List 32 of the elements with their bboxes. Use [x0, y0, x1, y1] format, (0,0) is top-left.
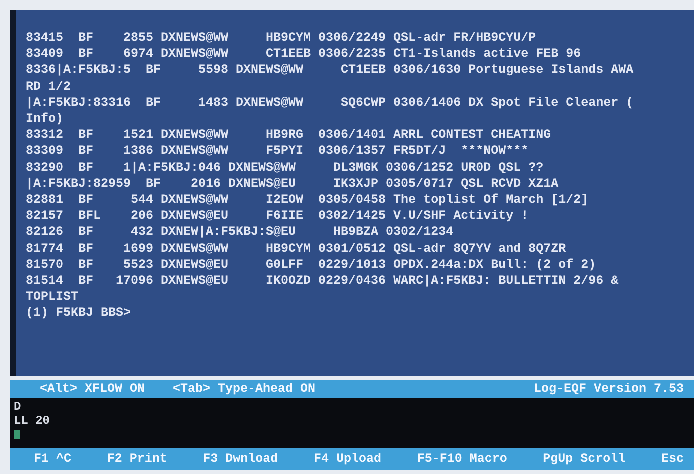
function-key[interactable]: F2 Print — [107, 452, 168, 466]
command-line: LL 20 — [14, 414, 52, 428]
message-line: |A:F5KBJ:83316 BF 1483 DXNEWS@WW SQ6CWP 0306/1406 DX Spot File Cleaner ( — [26, 94, 635, 112]
message-line: 81570 BF 5523 DXNEWS@EU G0LFF 0229/1013 OPDX.244a:DX Bull: (2 of 2) — [26, 256, 598, 274]
message-line: Info) — [26, 111, 65, 128]
message-line: |A:F5KBJ:82959 BF 2016 DXNEWS@EU IK3XJP 0305/0717 QSL RCVD XZ1A — [26, 176, 560, 192]
status-text: <Tab> Type-Ahead ON — [173, 382, 316, 396]
message-line: 82881 BF 544 DXNEWS@WW I2EOW 0305/0458 The toplist Of March [1/2] — [26, 192, 590, 208]
message-line: 83409 BF 6974 DXNEWS@WW CT1EEB 0306/2235 CT1-Islands active FEB 96 — [26, 46, 582, 62]
command-input-area[interactable]: D LL 20 — [10, 398, 694, 448]
message-line: 81514 BF 17096 DXNEWS@EU IK0OZD 0229/0436 WARC|A:F5KBJ: BULLETTIN 2/96 & — [26, 273, 620, 290]
status-text: Log-EQF Version 7.53 — [534, 382, 684, 396]
cursor-icon — [14, 430, 20, 439]
message-line: TOPLIST — [26, 289, 80, 306]
function-key[interactable]: F3 Dwnload — [203, 452, 278, 466]
function-key[interactable]: Esc — [661, 452, 684, 466]
message-line: 82126 BF 432 DXNEW|A:F5KBJ:S@EU HB9BZA 0302/1234 — [26, 224, 455, 241]
command-line: D — [14, 400, 22, 414]
message-line: 83312 BF 1521 DXNEWS@WW HB9RG 0306/1401 ARRL CONTEST CHEATING — [26, 127, 552, 144]
status-text: <Alt> XFLOW ON — [40, 382, 146, 396]
message-line: 8336|A:F5KBJ:5 BF 5598 DXNEWS@WW CT1EEB 0306/1630 Portuguese Islands AWA — [26, 62, 635, 79]
message-line: RD 1/2 — [26, 78, 72, 95]
function-key[interactable]: F1 ^C — [34, 452, 72, 466]
message-line: 83309 BF 1386 DXNEWS@WW F5PYI 0306/1357 FR5DT/J ***NOW*** — [26, 143, 530, 160]
function-key[interactable]: F4 Upload — [314, 452, 382, 466]
function-key[interactable]: F5-F10 Macro — [417, 452, 508, 466]
function-key[interactable]: PgUp Scroll — [543, 452, 626, 466]
message-line: 81774 BF 1699 DXNEWS@WW HB9CYM 0301/0512 QSL-adr 8Q7YV and 8Q7ZR — [26, 240, 568, 257]
message-line: 82157 BFL 206 DXNEWS@EU F6IIE 0302/1425 V.U/SHF Activity ! — [26, 208, 530, 224]
message-line: (1) F5KBJ BBS> — [26, 305, 132, 322]
message-line: 83290 BF 1|A:F5KBJ:046 DXNEWS@WW DL3MGK 0306/1252 UR0D QSL ?? — [26, 160, 545, 176]
message-line: 83415 BF 2855 DXNEWS@WW HB9CYM 0306/2249 QSL-adr FR/HB9CYU/P — [26, 30, 538, 46]
